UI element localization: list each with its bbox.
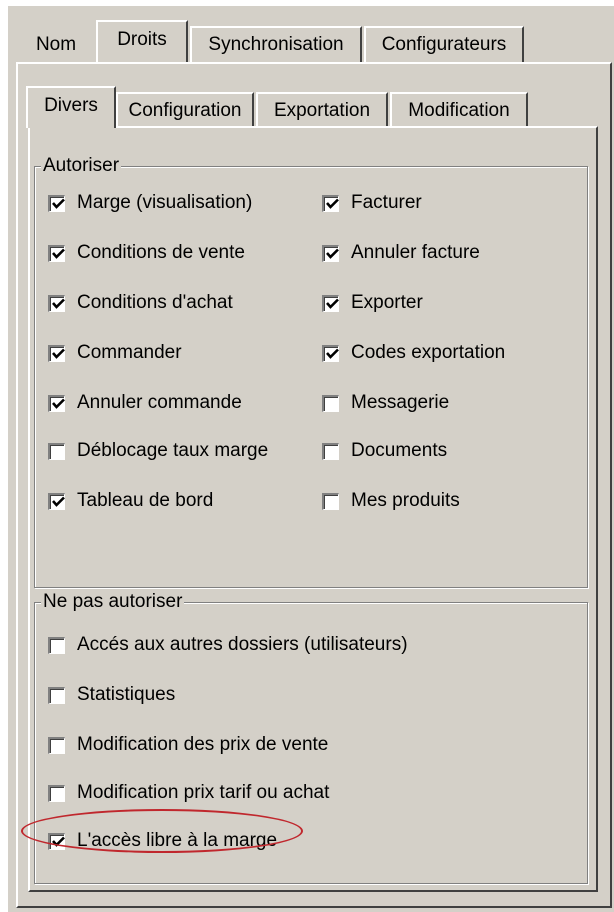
checkbox-label: Déblocage taux marge (77, 440, 269, 461)
tab-label: Divers (44, 95, 98, 116)
checkbox-mes-produits[interactable]: Mes produits (322, 490, 460, 512)
checkmark-icon (326, 298, 339, 309)
checkbox-box[interactable] (322, 492, 339, 510)
checkbox-box[interactable] (322, 294, 339, 312)
checkbox-label: Documents (351, 440, 448, 461)
checkbox-label: Accés aux autres dossiers (utilisateurs) (77, 634, 408, 655)
checkbox-label: Conditions de vente (77, 242, 245, 263)
checkbox-facturer[interactable]: Facturer (322, 192, 422, 214)
checkbox-box[interactable] (48, 394, 65, 412)
checkbox-statistiques[interactable]: Statistiques (48, 684, 175, 706)
checkmark-icon (52, 348, 65, 359)
checkmark-icon (52, 298, 65, 309)
checkbox-label: Commander (77, 342, 182, 363)
checkbox-box[interactable] (48, 442, 65, 460)
checkbox-label: Statistiques (77, 684, 176, 705)
tab-label: Modification (408, 100, 510, 121)
tab-configurateurs[interactable]: Configurateurs (364, 26, 524, 62)
checkbox-box[interactable] (322, 194, 339, 212)
checkbox-box[interactable] (322, 442, 339, 460)
checkmark-icon (326, 348, 339, 359)
checkbox-box[interactable] (322, 344, 339, 362)
tab-label: Exportation (273, 100, 371, 121)
dialog-panel: Nom Droits Synchronisation Configurateur… (8, 6, 614, 912)
checkbox-conditions-d-achat[interactable]: Conditions d'achat (48, 292, 233, 314)
checkbox-box[interactable] (48, 832, 65, 850)
checkmark-icon (52, 198, 65, 209)
checkbox-box[interactable] (48, 784, 65, 802)
checkbox-marge-visualisation[interactable]: Marge (visualisation) (48, 192, 252, 214)
checkbox-box[interactable] (48, 686, 65, 704)
checkbox-box[interactable] (48, 194, 65, 212)
checkbox-conditions-de-vente[interactable]: Conditions de vente (48, 242, 245, 264)
checkbox-tableau-de-bord[interactable]: Tableau de bord (48, 490, 213, 512)
checkbox-codes-exportation[interactable]: Codes exportation (322, 342, 505, 364)
checkmark-icon (52, 496, 65, 507)
checkbox-box[interactable] (48, 344, 65, 362)
tab-label: Configurateurs (381, 34, 507, 55)
checkmark-icon (52, 836, 65, 847)
checkbox-acces-libre-marge[interactable]: L'accès libre à la marge (48, 830, 277, 852)
ne-pas-autoriser-group-title: Ne pas autoriser (41, 590, 185, 614)
tab-nom[interactable]: Nom (16, 26, 96, 62)
tab-label: Nom (35, 34, 77, 55)
checkbox-box[interactable] (322, 394, 339, 412)
tab-label: Synchronisation (208, 34, 344, 55)
tab-modification[interactable]: Modification (390, 92, 528, 128)
tab-configuration[interactable]: Configuration (116, 92, 254, 128)
checkbox-annuler-commande[interactable]: Annuler commande (48, 392, 242, 414)
checkbox-label: Modification des prix de vente (77, 734, 329, 755)
autoriser-group-title: Autoriser (41, 154, 122, 178)
checkbox-label: Marge (visualisation) (77, 192, 253, 213)
checkbox-label: Modification prix tarif ou achat (77, 782, 330, 803)
checkbox-modification-prix-vente[interactable]: Modification des prix de vente (48, 734, 328, 756)
checkmark-icon (52, 248, 65, 259)
checkbox-acces-autres-dossiers[interactable]: Accés aux autres dossiers (utilisateurs) (48, 634, 408, 656)
tab-exportation[interactable]: Exportation (256, 92, 388, 128)
tab-label: Configuration (128, 100, 242, 121)
tab-synchronisation[interactable]: Synchronisation (190, 26, 362, 62)
checkbox-modification-prix-tarif[interactable]: Modification prix tarif ou achat (48, 782, 329, 804)
checkbox-label: Facturer (351, 192, 422, 213)
autoriser-group: Autoriser (34, 154, 588, 588)
checkbox-exporter[interactable]: Exporter (322, 292, 423, 314)
checkbox-commander[interactable]: Commander (48, 342, 182, 364)
checkbox-label: Tableau de bord (77, 490, 214, 511)
checkbox-label: Conditions d'achat (77, 292, 233, 313)
checkbox-messagerie[interactable]: Messagerie (322, 392, 449, 414)
checkbox-label: Messagerie (351, 392, 450, 413)
checkbox-box[interactable] (48, 492, 65, 510)
checkmark-icon (326, 248, 339, 259)
checkbox-label: Mes produits (351, 490, 460, 511)
checkbox-label: Annuler commande (77, 392, 242, 413)
tab-label: Droits (117, 29, 167, 50)
checkbox-box[interactable] (48, 294, 65, 312)
checkbox-box[interactable] (48, 636, 65, 654)
checkmark-icon (52, 398, 65, 409)
checkbox-label: L'accès libre à la marge (77, 830, 278, 851)
checkbox-deblocage-taux-marge[interactable]: Déblocage taux marge (48, 440, 268, 462)
checkbox-box[interactable] (48, 244, 65, 262)
checkbox-label: Annuler facture (351, 242, 480, 263)
checkbox-documents[interactable]: Documents (322, 440, 447, 462)
checkbox-box[interactable] (322, 244, 339, 262)
checkbox-label: Exporter (351, 292, 423, 313)
checkbox-box[interactable] (48, 736, 65, 754)
tab-divers[interactable]: Divers (26, 86, 116, 128)
checkbox-label: Codes exportation (351, 342, 506, 363)
checkmark-icon (326, 198, 339, 209)
tab-droits[interactable]: Droits (96, 20, 188, 62)
checkbox-annuler-facture[interactable]: Annuler facture (322, 242, 480, 264)
